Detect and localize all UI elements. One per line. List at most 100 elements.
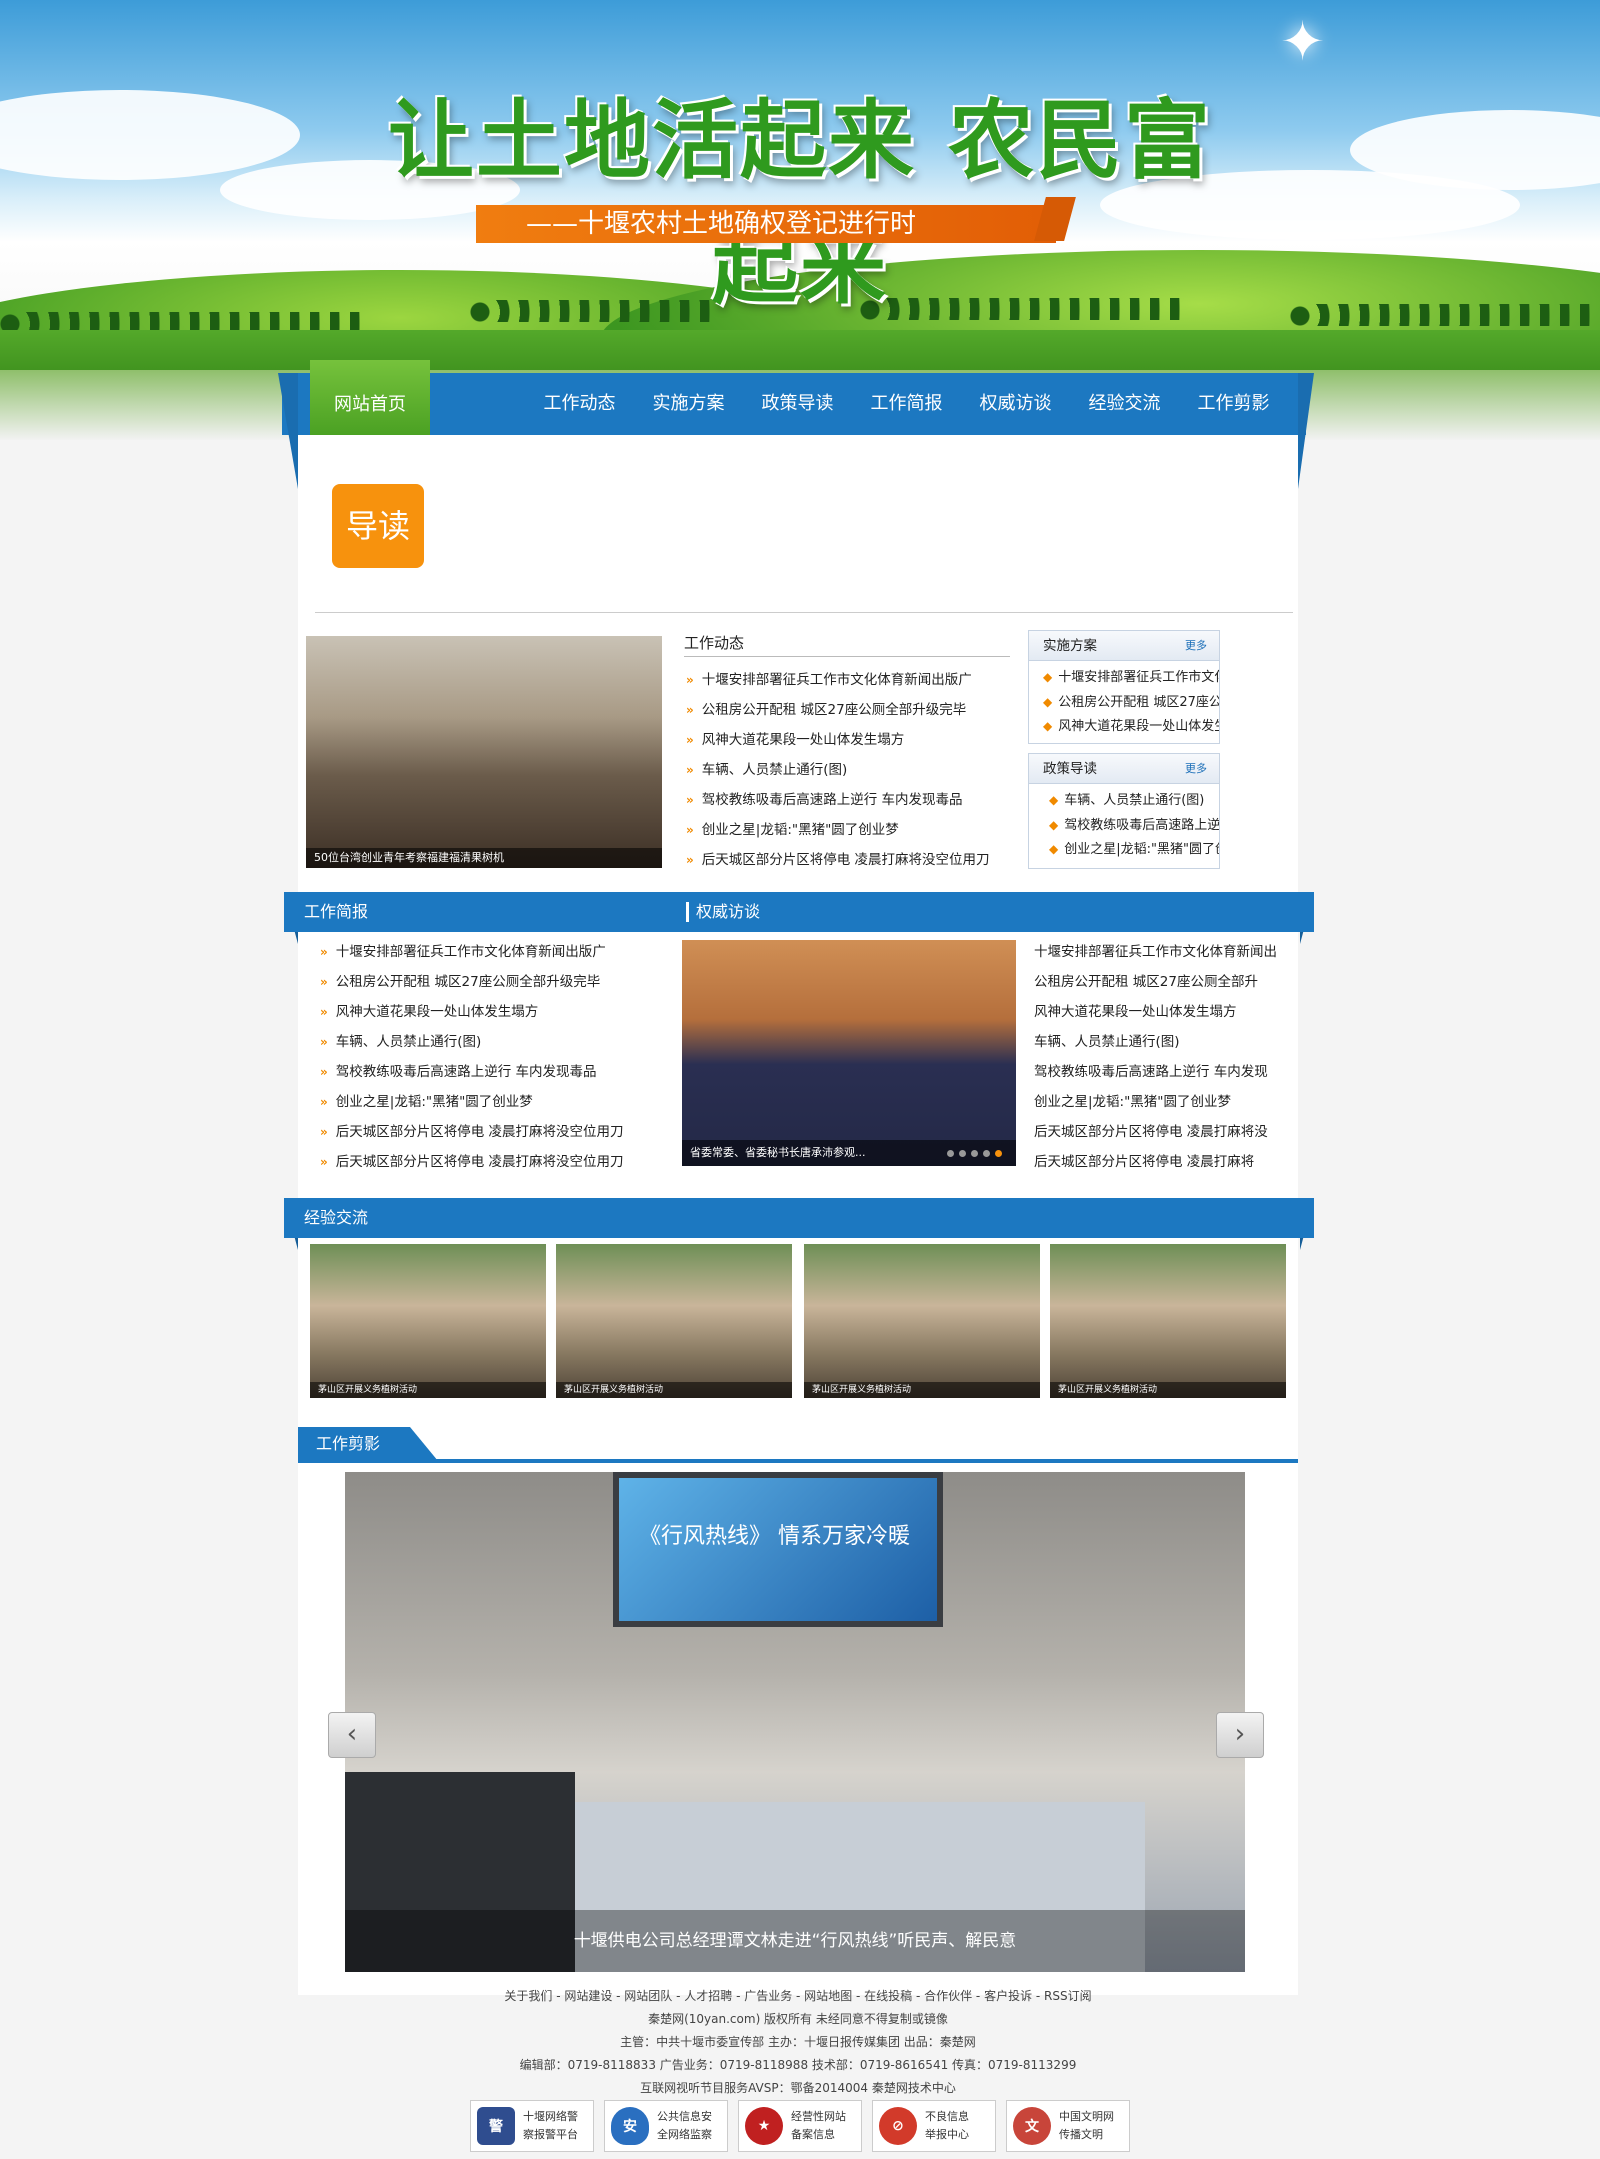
badge-security[interactable]: 安 公共信息安 全网络监察: [604, 2100, 728, 2152]
list-item[interactable]: ◆驾校教练吸毒后高速路上逆行 车内: [1049, 813, 1219, 838]
gallery-title-underline: [298, 1459, 1298, 1463]
double-arrow-icon: »: [320, 1035, 328, 1049]
nav-item-experience[interactable]: 经验交流: [1070, 373, 1179, 435]
badge-label: 公共信息安: [657, 2110, 712, 2123]
work-news-list: » 十堰安排部署征兵工作市文化体育新闻出版广 » 公租房公开配租 城区27座公厕全部…: [686, 665, 1012, 875]
policy-list: ◆车辆、人员禁止通行(图) ◆驾校教练吸毒后高速路上逆行 车内 ◆创业之星|龙韬…: [1029, 784, 1219, 862]
list-item[interactable]: 十堰安排部署征兵工作市文化体育新闻出: [1034, 937, 1290, 967]
tv-screen-text: 《行风热线》 情系万家冷暖: [619, 1478, 937, 1621]
badge-label: 全网络监察: [657, 2128, 712, 2141]
list-item[interactable]: 公租房公开配租 城区27座公厕全部升: [1034, 967, 1290, 997]
double-arrow-icon: »: [320, 1005, 328, 1019]
list-item[interactable]: 创业之星|龙韬:"黑猪"圆了创业梦: [1034, 1087, 1290, 1117]
nav-item-gallery[interactable]: 工作剪影: [1179, 373, 1288, 435]
briefing-title[interactable]: 工作简报: [304, 892, 368, 932]
badge-record[interactable]: ★ 经营性网站备案信息: [738, 2100, 862, 2152]
interview-title[interactable]: 权威访谈: [696, 892, 760, 932]
list-item[interactable]: » 驾校教练吸毒后高速路上逆行 车内发现毒品: [320, 1057, 650, 1087]
sparkle-icon: ✦: [1280, 10, 1326, 73]
list-item[interactable]: 车辆、人员禁止通行(图): [1034, 1027, 1290, 1057]
slide-dot[interactable]: [983, 1150, 990, 1157]
list-item[interactable]: » 公租房公开配租 城区27座公厕全部升级完毕: [320, 967, 650, 997]
list-item[interactable]: » 车辆、人员禁止通行(图): [686, 755, 1012, 785]
nav-item-plan[interactable]: 实施方案: [634, 373, 743, 435]
slide-dot[interactable]: [959, 1150, 966, 1157]
double-arrow-icon: »: [320, 1125, 328, 1139]
double-arrow-icon: »: [320, 1095, 328, 1109]
policy-box: 政策导读 更多 ◆车辆、人员禁止通行(图) ◆驾校教练吸毒后高速路上逆行 车内 …: [1028, 753, 1220, 869]
list-item[interactable]: » 创业之星|龙韬:"黑猪"圆了创业梦: [320, 1087, 650, 1117]
feature-photo-caption: 50位台湾创业青年考察福建福清果树机: [306, 848, 662, 868]
slide-dot[interactable]: [947, 1150, 954, 1157]
list-item[interactable]: » 车辆、人员禁止通行(图): [320, 1027, 650, 1057]
list-item[interactable]: 后天城区部分片区将停电 凌晨打麻将: [1034, 1147, 1290, 1177]
list-item[interactable]: 后天城区部分片区将停电 凌晨打麻将没: [1034, 1117, 1290, 1147]
experience-photo-caption: 茅山区开展义务植树活动: [804, 1382, 1040, 1398]
emblem-icon: ★: [745, 2107, 783, 2145]
footer-badges: 警 十堰网络警 察报警平台 安 公共信息安 全网络监察 ★ 经营性网站 备案信息 ⊘ …: [470, 2100, 1130, 2152]
badge-label: 经营性网站: [791, 2110, 846, 2123]
work-news-title[interactable]: 工作动态: [684, 632, 744, 653]
nav-home-link[interactable]: 网站首页: [310, 360, 430, 435]
nav-item-briefing[interactable]: 工作简报: [852, 373, 961, 435]
list-item[interactable]: » 驾校教练吸毒后高速路上逆行 车内发现毒品: [686, 785, 1012, 815]
list-item[interactable]: » 后天城区部分片区将停电 凌晨打麻将没空位用刀: [686, 845, 1012, 875]
list-item[interactable]: » 十堰安排部署征兵工作市文化体育新闻出版广: [320, 937, 650, 967]
slide-dot-active[interactable]: [995, 1150, 1002, 1157]
experience-photo[interactable]: 茅山区开展义务植树活动: [310, 1244, 546, 1398]
list-item[interactable]: » 风神大道花果段一处山体发生塌方: [686, 725, 1012, 755]
list-item[interactable]: » 风神大道花果段一处山体发生塌方: [320, 997, 650, 1027]
report-icon: ⊘: [879, 2107, 917, 2145]
experience-photo[interactable]: 茅山区开展义务植树活动: [556, 1244, 792, 1398]
list-item[interactable]: ◆ 车辆、人员禁止通行(图): [1049, 788, 1219, 813]
briefing-list: » 十堰安排部署征兵工作市文化体育新闻出版广 » 公租房公开配租 城区27座公厕全部…: [320, 937, 650, 1177]
double-arrow-icon: »: [686, 733, 694, 747]
badge-police[interactable]: 警 十堰网络警 察报警平台: [470, 2100, 594, 2152]
gallery-slide[interactable]: 《行风热线》 情系万家冷暖 十堰供电公司总经理谭文林走进“行风热线”听民声、解民…: [345, 1472, 1245, 1972]
more-link[interactable]: 更多: [1185, 754, 1207, 784]
badge-civilization[interactable]: 文 中国文明网 传播文明: [1006, 2100, 1130, 2152]
list-item[interactable]: » 公租房公开配租 城区27座公厕全部升级完毕: [686, 695, 1012, 725]
badge-label: 备案信息: [791, 2128, 835, 2141]
double-arrow-icon: »: [686, 823, 694, 837]
interview-photo[interactable]: 省委常委、省委秘书长唐承沛参观...: [682, 940, 1016, 1166]
list-item[interactable]: » 后天城区部分片区将停电 凌晨打麻将没空位用刀: [320, 1117, 650, 1147]
badge-report[interactable]: ⊘ 不良信息 举报中心: [872, 2100, 996, 2152]
prev-arrow-icon[interactable]: ‹: [328, 1712, 376, 1758]
nav-item-policy[interactable]: 政策导读: [743, 373, 852, 435]
list-item[interactable]: ◆风神大道花果段一处山体发生塌方: [1043, 714, 1219, 739]
footer-copyright: 秦楚网(10yan.com) 版权所有 未经同意不得复制或镜像: [648, 2012, 948, 2026]
plan-list: ◆十堰安排部署征兵工作市文化体育 ◆公租房公开配租 城区27座公厕全部 ◆风神大…: [1029, 661, 1219, 739]
feature-photo[interactable]: 50位台湾创业青年考察福建福清果树机: [306, 636, 662, 868]
experience-title[interactable]: 经验交流: [304, 1198, 368, 1238]
nav-item-interview[interactable]: 权威访谈: [961, 373, 1070, 435]
diamond-bullet-icon: ◆: [1043, 670, 1053, 684]
double-arrow-icon: »: [320, 1155, 328, 1169]
policy-box-title: 政策导读: [1043, 761, 1097, 777]
list-item[interactable]: » 创业之星|龙韬:"黑猪"圆了创业梦: [686, 815, 1012, 845]
more-link[interactable]: 更多: [1185, 631, 1207, 661]
slide-dot[interactable]: [971, 1150, 978, 1157]
list-item[interactable]: ◆十堰安排部署征兵工作市文化体育: [1043, 665, 1219, 690]
next-arrow-icon[interactable]: ›: [1216, 1712, 1264, 1758]
experience-photo[interactable]: 茅山区开展义务植树活动: [1050, 1244, 1286, 1398]
list-item[interactable]: » 十堰安排部署征兵工作市文化体育新闻出版广: [686, 665, 1012, 695]
experience-photo[interactable]: 茅山区开展义务植树活动: [804, 1244, 1040, 1398]
nav-item-work-news[interactable]: 工作动态: [525, 373, 634, 435]
list-item[interactable]: ◆创业之星|龙韬:"黑猪"圆了创业梦: [1049, 837, 1219, 862]
diamond-bullet-icon: ◆: [1049, 842, 1059, 856]
footer-links[interactable]: 关于我们 - 网站建设 - 网站团队 - 人才招聘 - 广告业务 - 网站地图 …: [298, 1985, 1298, 2008]
plan-box-title: 实施方案: [1043, 638, 1097, 654]
badge-label: 不良信息: [925, 2110, 969, 2123]
badge-label: 察报警平台: [523, 2128, 578, 2141]
tv-screen: 《行风热线》 情系万家冷暖: [613, 1472, 943, 1627]
double-arrow-icon: »: [320, 975, 328, 989]
gallery-caption: 十堰供电公司总经理谭文林走进“行风热线”听民声、解民意: [345, 1910, 1245, 1972]
list-item[interactable]: ◆公租房公开配租 城区27座公厕全部: [1043, 690, 1219, 715]
diamond-bullet-icon: ◆: [1043, 719, 1053, 733]
list-item[interactable]: 风神大道花果段一处山体发生塌方: [1034, 997, 1290, 1027]
list-item[interactable]: » 后天城区部分片区将停电 凌晨打麻将没空位用刀: [320, 1147, 650, 1177]
policy-box-header: 政策导读 更多: [1029, 754, 1219, 784]
diamond-bullet-icon: ◆: [1049, 793, 1059, 807]
list-item[interactable]: 驾校教练吸毒后高速路上逆行 车内发现: [1034, 1057, 1290, 1087]
